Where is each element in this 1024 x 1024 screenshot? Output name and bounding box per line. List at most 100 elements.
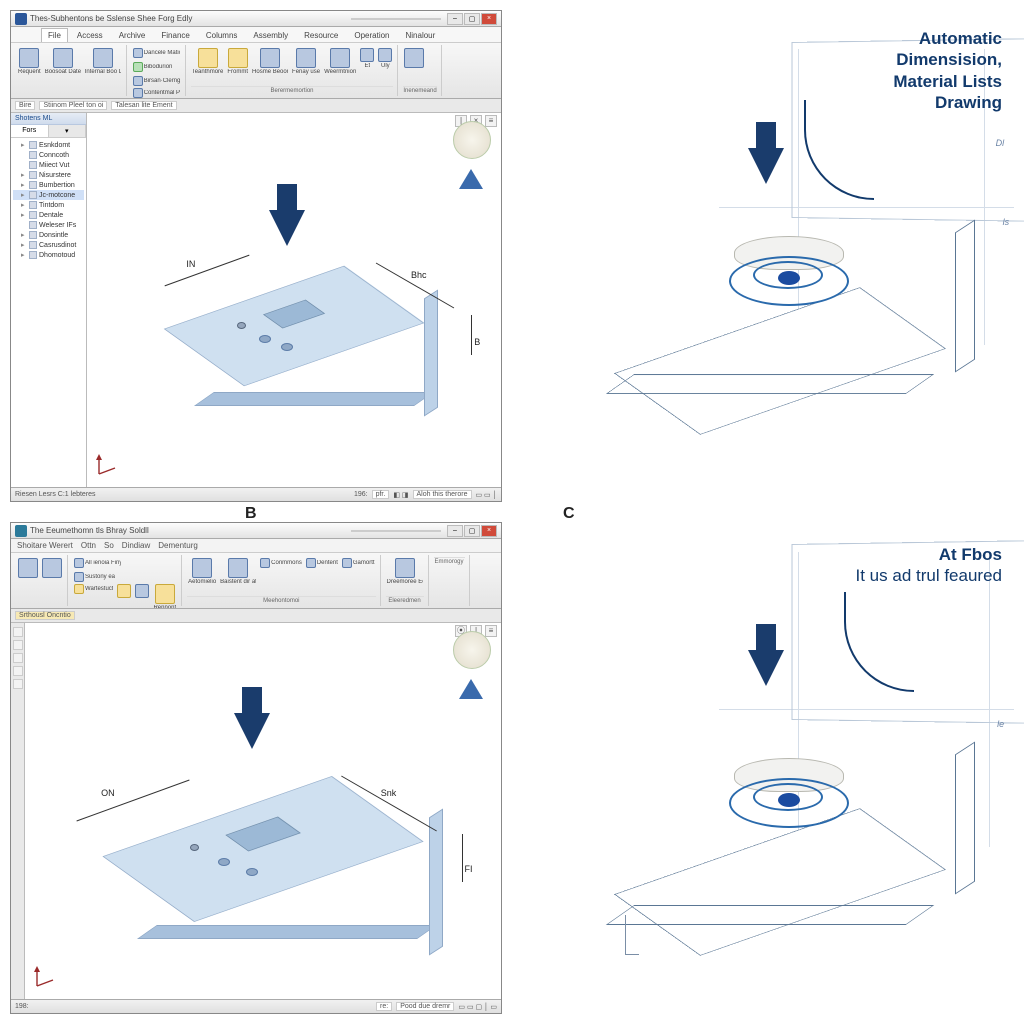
app-icon xyxy=(15,13,27,25)
left-mini-toolbar xyxy=(11,623,25,999)
ribbon-button[interactable]: Hosme Beoondor xyxy=(251,47,289,76)
dimension-label: B xyxy=(474,337,480,347)
ribbon-button[interactable]: Aetomielio xyxy=(187,557,217,586)
ribbon-button[interactable]: Fenay use xyxy=(291,47,321,76)
menu-item[interactable]: Ninalour xyxy=(399,28,443,42)
ribbon-button[interactable]: Conmmons xyxy=(259,557,303,569)
wire-plate xyxy=(614,809,946,956)
tree-node[interactable]: ▸Dhomotoud xyxy=(13,250,84,260)
status-field[interactable]: Pood due dremr xyxy=(396,1002,454,1011)
menu-item[interactable]: Ottn xyxy=(81,541,96,550)
tree-tab[interactable]: Fors xyxy=(11,125,49,137)
tool-icon[interactable] xyxy=(13,679,23,689)
ribbon-button[interactable]: Sustony ea xyxy=(73,571,116,583)
tree-node[interactable]: Weleser IFs xyxy=(13,220,84,230)
tree-node[interactable]: ▸Donsintle xyxy=(13,230,84,240)
ribbon-button[interactable]: Dreemoree Eosmngrne xyxy=(386,557,424,586)
active-doc-tab[interactable]: Srthousl Oncntio xyxy=(15,611,75,620)
ribbon-button[interactable]: Et xyxy=(359,47,375,70)
menu-item[interactable]: Archive xyxy=(112,28,153,42)
ribbon-button[interactable] xyxy=(17,557,39,579)
subtool-field[interactable]: Stiinom Pleel ton oi xyxy=(39,101,107,110)
ribbon-button[interactable]: All ienoia Finythodin xyxy=(73,557,122,569)
ribbon: Requent Boosoat Datentous Internal Boo D… xyxy=(11,43,501,99)
ribbon-button[interactable]: Dancele Mation xyxy=(132,47,181,59)
title-search[interactable] xyxy=(351,18,441,20)
ribbon-button[interactable]: Frommt xyxy=(226,47,249,76)
close-button[interactable]: × xyxy=(481,13,497,25)
tree-tab[interactable]: ▾ xyxy=(49,125,87,137)
wireframe-panel-c: Dl ls Automatic Dimensision, Material Li… xyxy=(522,10,1014,502)
tree-node[interactable]: ▸Dentale xyxy=(13,210,84,220)
menu-item[interactable]: Access xyxy=(70,28,110,42)
menu-item[interactable]: Operation xyxy=(347,28,396,42)
tool-icon[interactable] xyxy=(13,653,23,663)
ribbon-button[interactable] xyxy=(134,583,150,599)
ribbon-button[interactable]: Birsan·Clernge xyxy=(132,75,181,87)
corner-bracket xyxy=(625,915,639,955)
menu-item[interactable]: Resource xyxy=(297,28,345,42)
tree-node[interactable]: ▸Bumbertion xyxy=(13,180,84,190)
subtool-field[interactable]: Bire xyxy=(15,101,35,110)
tree-node[interactable]: ▸Tintdom xyxy=(13,200,84,210)
status-text: Riesen Lesrs C:1 lebteres xyxy=(15,491,96,498)
status-field[interactable]: re: xyxy=(376,1002,392,1011)
ribbon-button[interactable] xyxy=(403,47,425,69)
minimize-button[interactable]: – xyxy=(447,13,463,25)
subtool-field[interactable]: Talesan lite Ement xyxy=(111,101,176,110)
menu-item[interactable]: Finance xyxy=(154,28,196,42)
ribbon-button[interactable]: Uly xyxy=(377,47,393,70)
ribbon-button[interactable]: Teanthmore xyxy=(191,47,225,76)
load-arrow-icon xyxy=(269,210,305,246)
viewport-3d[interactable]: ⦿ | ≡ ON xyxy=(25,623,501,999)
axis-mark: Dl xyxy=(996,138,1005,148)
viewport-3d[interactable]: | × ≡ IN xyxy=(87,113,501,487)
maximize-button[interactable]: ▢ xyxy=(464,525,480,537)
maximize-button[interactable]: ▢ xyxy=(464,13,480,25)
menu-item[interactable]: Dementurg xyxy=(158,541,198,550)
menu-item[interactable]: Dindiaw xyxy=(122,541,150,550)
tree-node[interactable]: ▸Esnkdomt xyxy=(13,140,84,150)
menu-item[interactable]: Columns xyxy=(199,28,245,42)
tree-node[interactable]: Conncoth xyxy=(13,150,84,160)
ribbon-button[interactable]: Boosoat Datentous xyxy=(44,47,82,76)
tree-node[interactable]: ▸Jc-motcone xyxy=(13,190,84,200)
coord-system-icon xyxy=(95,454,119,481)
menu-item[interactable]: So xyxy=(104,541,114,550)
ribbon-button[interactable]: Dentent xyxy=(305,557,339,569)
tool-icon[interactable] xyxy=(13,640,23,650)
ribbon-button[interactable]: Gamortt xyxy=(341,557,376,569)
menubar: File Access Archive Finance Columns Asse… xyxy=(11,27,501,43)
minimize-button[interactable]: – xyxy=(447,525,463,537)
tool-icon[interactable] xyxy=(13,627,23,637)
ribbon-button[interactable]: Internal Boo Datement xyxy=(84,47,122,76)
menu-item[interactable]: Assembly xyxy=(246,28,295,42)
close-button[interactable]: × xyxy=(481,525,497,537)
ribbon-button[interactable]: Requent xyxy=(17,47,42,76)
menu-item[interactable]: File xyxy=(41,28,68,42)
ribbon-button[interactable] xyxy=(116,583,132,599)
load-arrow-icon xyxy=(748,148,784,184)
tool-icon[interactable] xyxy=(13,666,23,676)
subfigure-label-c: C xyxy=(563,505,575,523)
ribbon-button[interactable]: Weermtnion xyxy=(323,47,357,76)
ribbon-button[interactable]: Bibodurion xyxy=(132,61,174,73)
menu-item[interactable]: Shoitare Werert xyxy=(17,541,73,550)
app-icon xyxy=(15,525,27,537)
dimension-label: IN xyxy=(186,259,195,269)
ribbon-button[interactable]: Rennont xyxy=(152,583,177,609)
ribbon-button[interactable]: Wartestuct xyxy=(73,583,114,595)
ribbon-button[interactable] xyxy=(41,557,63,579)
ribbon-button[interactable]: Contentmal Pesent xyxy=(132,87,181,99)
ribbon-button[interactable]: Baistent dir at unt xyxy=(219,557,257,586)
tree-node[interactable]: Miiect Vut xyxy=(13,160,84,170)
tree-node[interactable]: ▸Casrusdinot xyxy=(13,240,84,250)
ribbon-group-label: Emmorogy xyxy=(434,557,465,565)
dimension-label: Bhc xyxy=(411,270,427,280)
tree-node[interactable]: ▸Nisurstere xyxy=(13,170,84,180)
sub-toolbar: Bire Stiinom Pleel ton oi Talesan lite E… xyxy=(11,99,501,113)
status-field[interactable]: pfr. xyxy=(372,490,390,499)
status-field[interactable]: Aloh this therore xyxy=(413,490,472,499)
title-search[interactable] xyxy=(351,530,441,532)
window-title: The Eeumethomn tls Bhray Soldll xyxy=(30,526,149,535)
